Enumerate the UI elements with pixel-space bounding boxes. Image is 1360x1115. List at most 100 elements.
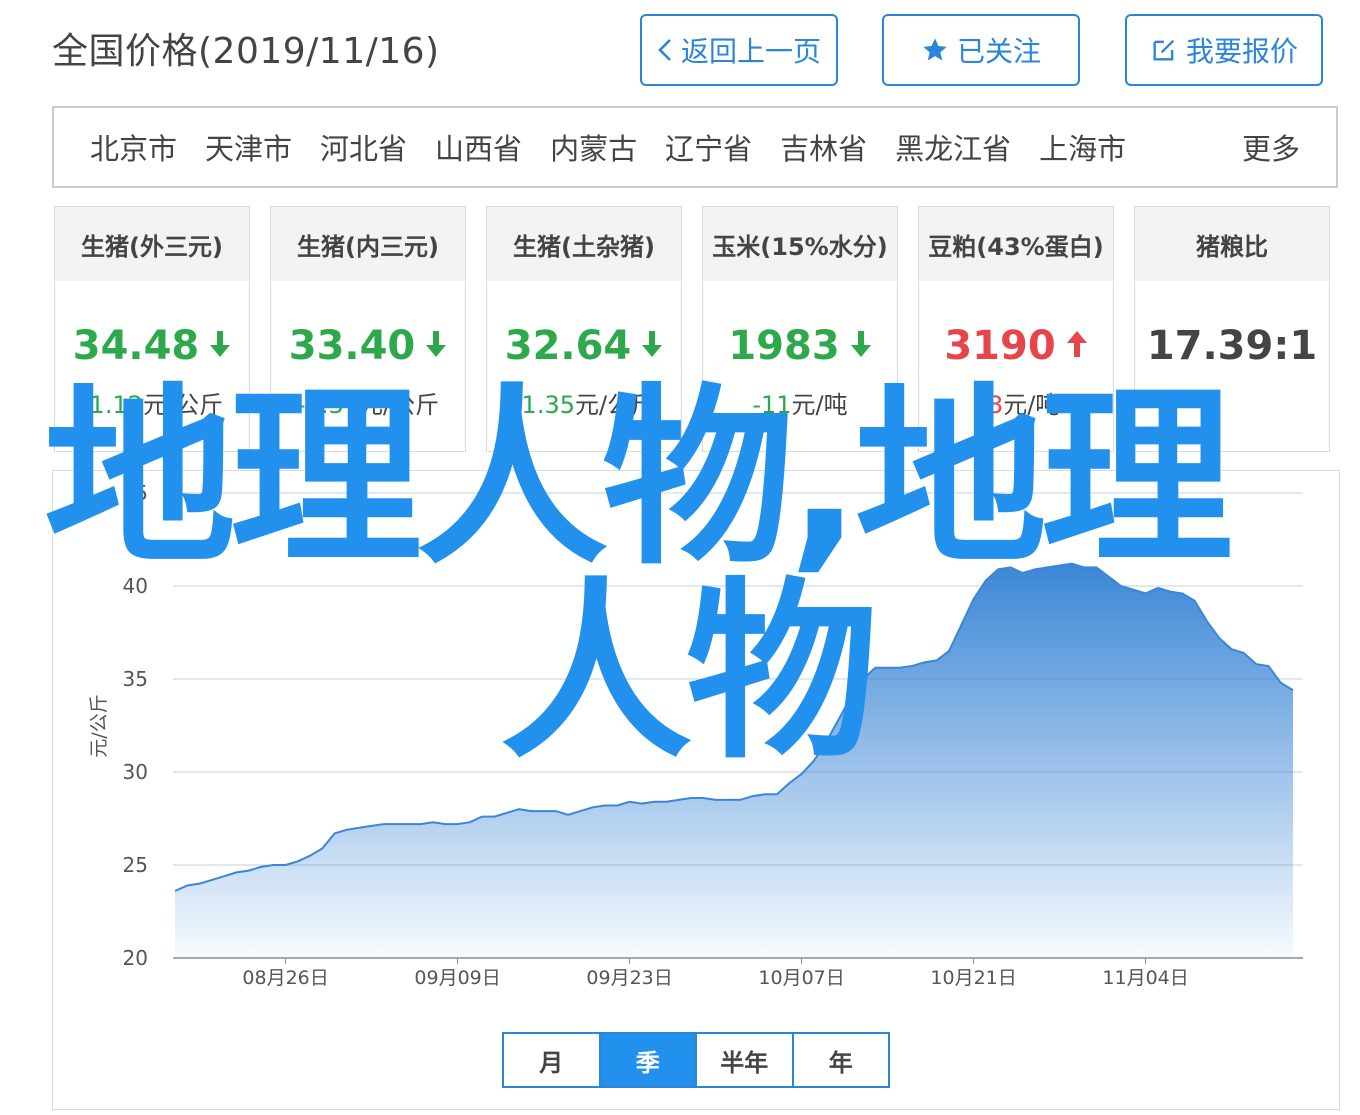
data-point — [1267, 665, 1269, 667]
price-card-title: 生猪(内三元) — [271, 207, 465, 281]
watermark-line2: 人物 — [500, 562, 878, 785]
arrow-down-icon — [850, 323, 872, 369]
data-point — [174, 890, 176, 892]
back-button-label: 返回上一页 — [680, 35, 821, 68]
data-point — [616, 804, 618, 806]
region-item[interactable]: 上海市 — [1039, 126, 1126, 168]
data-point — [948, 650, 950, 652]
page-title: 全国价格(2019/11/16) — [52, 31, 440, 72]
back-button[interactable]: 返回上一页 — [640, 14, 838, 86]
data-point — [923, 661, 925, 663]
data-point — [776, 793, 778, 795]
region-more-link[interactable]: 更多 — [1242, 126, 1300, 168]
data-point — [678, 799, 680, 801]
data-point — [518, 808, 520, 810]
arrow-down-icon — [641, 323, 663, 369]
data-point — [1243, 652, 1245, 654]
region-item[interactable]: 北京市 — [90, 126, 177, 168]
data-point — [1255, 663, 1257, 665]
follow-button[interactable]: 已关注 — [882, 14, 1080, 86]
data-point — [248, 869, 250, 871]
data-point — [1292, 689, 1294, 691]
data-point — [383, 823, 385, 825]
region-item[interactable]: 黑龙江省 — [895, 126, 1011, 168]
data-point — [530, 810, 532, 812]
data-point — [702, 797, 704, 799]
tab-quarter[interactable]: 季 — [600, 1034, 697, 1086]
data-point — [334, 832, 336, 834]
region-item[interactable]: 河北省 — [320, 126, 407, 168]
data-point — [432, 821, 434, 823]
price-card-value-row: 3190 — [919, 323, 1113, 369]
price-card-value-row: 34.48 — [55, 323, 249, 369]
data-point — [407, 823, 409, 825]
x-tick-label: 09月09日 — [414, 967, 500, 989]
y-tick-label: 20 — [123, 946, 148, 970]
data-point — [297, 860, 299, 862]
data-point — [604, 804, 606, 806]
data-point — [960, 624, 962, 626]
data-point — [346, 829, 348, 831]
data-point — [886, 667, 888, 669]
data-point — [579, 810, 581, 812]
y-axis-label: 元/公斤 — [88, 694, 110, 757]
x-tick-label: 11月04日 — [1102, 967, 1188, 989]
y-tick-label: 35 — [123, 667, 148, 691]
data-point — [481, 815, 483, 817]
data-point — [235, 871, 237, 873]
data-point — [284, 864, 286, 866]
data-point — [555, 810, 557, 812]
edit-icon — [1150, 36, 1178, 64]
price-card-title: 玉米(15%水分) — [703, 207, 897, 281]
region-item[interactable]: 天津市 — [205, 126, 292, 168]
data-point — [1280, 682, 1282, 684]
data-point — [1230, 648, 1232, 650]
region-item[interactable]: 山西省 — [435, 126, 522, 168]
data-point — [1218, 637, 1220, 639]
data-point — [370, 825, 372, 827]
x-tick-label: 09月23日 — [586, 967, 672, 989]
price-value: 32.64 — [504, 323, 632, 369]
data-point — [874, 667, 876, 669]
price-card-value-row: 32.64 — [487, 323, 681, 369]
data-point — [936, 659, 938, 661]
data-point — [653, 801, 655, 803]
data-point — [690, 797, 692, 799]
data-point — [739, 799, 741, 801]
follow-button-label: 已关注 — [956, 35, 1041, 68]
price-value: 3190 — [944, 323, 1056, 369]
data-point — [727, 799, 729, 801]
data-point — [567, 814, 569, 816]
data-point — [714, 799, 716, 801]
data-point — [899, 667, 901, 669]
data-point — [469, 821, 471, 823]
data-point — [911, 665, 913, 667]
data-point — [211, 879, 213, 881]
tab-year[interactable]: 年 — [794, 1034, 889, 1086]
x-tick-label: 10月21日 — [930, 967, 1016, 989]
data-point — [592, 806, 594, 808]
region-item[interactable]: 辽宁省 — [665, 126, 752, 168]
data-point — [506, 812, 508, 814]
data-point — [309, 855, 311, 857]
data-point — [358, 827, 360, 829]
region-item[interactable]: 内蒙古 — [550, 126, 637, 168]
arrow-up-icon — [1066, 323, 1088, 369]
report-price-button[interactable]: 我要报价 — [1125, 14, 1323, 86]
data-point — [764, 793, 766, 795]
period-tabs: 月 季 半年 年 — [502, 1032, 890, 1088]
y-tick-label: 25 — [123, 853, 148, 877]
report-price-button-label: 我要报价 — [1185, 35, 1298, 68]
data-point — [1181, 592, 1183, 594]
data-point — [751, 795, 753, 797]
data-point — [260, 866, 262, 868]
chevron-left-icon — [657, 37, 673, 63]
region-item[interactable]: 吉林省 — [780, 126, 867, 168]
data-point — [1194, 600, 1196, 602]
tab-month[interactable]: 月 — [504, 1034, 601, 1086]
price-card-value-row: 33.40 — [271, 323, 465, 369]
data-point — [420, 823, 422, 825]
tab-half-year[interactable]: 半年 — [697, 1034, 794, 1086]
region-bar: 北京市 天津市 河北省 山西省 内蒙古 辽宁省 吉林省 黑龙江省 上海市 更多 — [52, 106, 1338, 188]
price-value: 17.39:1 — [1146, 323, 1318, 369]
